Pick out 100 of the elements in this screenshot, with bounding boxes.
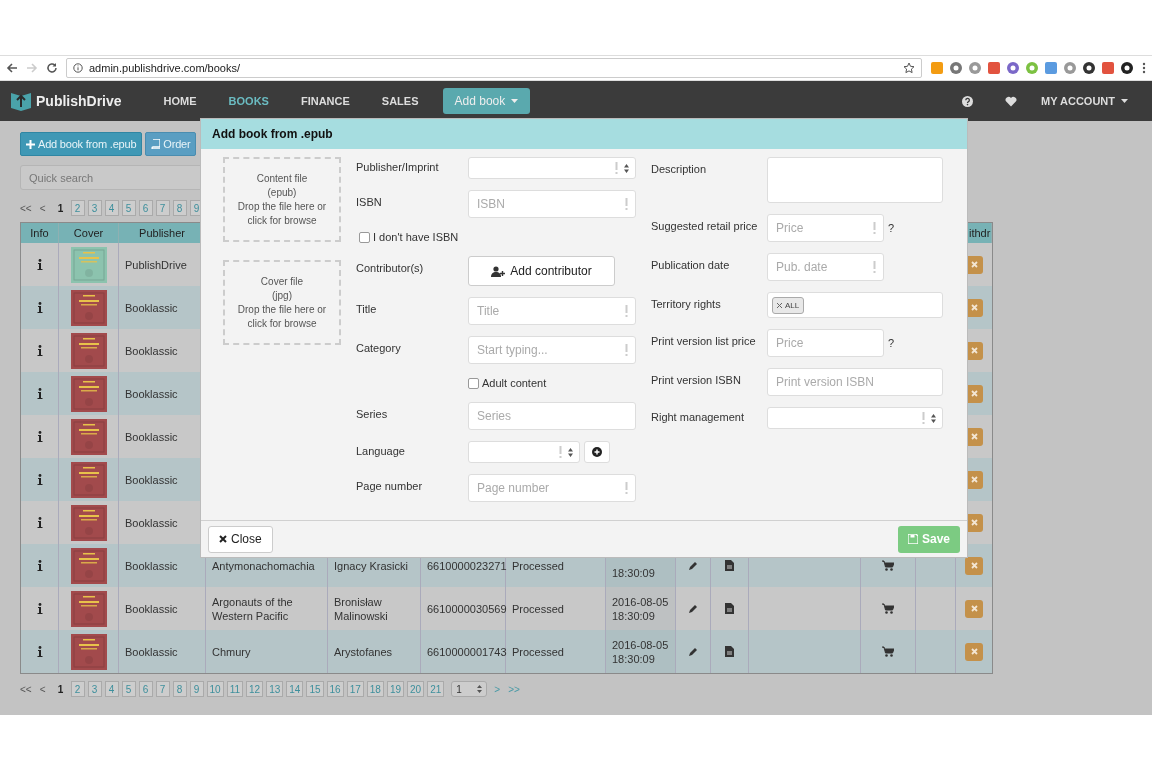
description-field[interactable] bbox=[767, 157, 943, 203]
tag-label: ALL bbox=[785, 300, 800, 310]
close-button[interactable]: Close bbox=[208, 525, 273, 553]
page-link[interactable]: 4 bbox=[104, 681, 119, 697]
first-page-link[interactable]: << bbox=[20, 202, 32, 214]
add-book-button[interactable]: Add book bbox=[442, 88, 531, 114]
info-icon[interactable] bbox=[36, 388, 43, 399]
input-field[interactable]: Title bbox=[468, 297, 636, 325]
star-icon[interactable] bbox=[903, 62, 915, 74]
date-text: 18:30:09 bbox=[612, 566, 655, 580]
page-link[interactable]: 8 bbox=[172, 681, 187, 697]
back-icon[interactable] bbox=[6, 62, 18, 74]
title-text[interactable]: Chmury bbox=[212, 644, 251, 659]
info-icon[interactable] bbox=[36, 259, 43, 270]
page-link[interactable]: 8 bbox=[172, 200, 187, 216]
nav-link[interactable]: SALES bbox=[381, 95, 419, 107]
add-epub-button[interactable]: Add book from .epub bbox=[20, 132, 143, 156]
page-link[interactable]: 5 bbox=[121, 200, 136, 216]
page-select[interactable]: 1 bbox=[451, 681, 488, 697]
page-link[interactable]: 15 bbox=[306, 681, 324, 697]
extension-icon[interactable] bbox=[1082, 61, 1096, 75]
cart-icon[interactable] bbox=[882, 646, 894, 657]
remove-icon[interactable] bbox=[777, 302, 782, 308]
order-button[interactable]: Order bbox=[145, 132, 197, 156]
input-field[interactable]: ISBN bbox=[468, 190, 636, 218]
page-link[interactable]: 20 bbox=[407, 681, 425, 697]
pencil-icon[interactable] bbox=[688, 560, 698, 571]
page-link[interactable]: 19 bbox=[386, 681, 405, 697]
page-link[interactable]: 17 bbox=[346, 681, 364, 697]
account-menu[interactable]: MY ACCOUNT bbox=[1041, 95, 1128, 107]
cart-icon[interactable] bbox=[882, 560, 894, 571]
save-button[interactable]: Save bbox=[897, 525, 960, 553]
page-link[interactable]: 12 bbox=[246, 681, 264, 697]
input-field[interactable]: Start typing... bbox=[468, 336, 636, 364]
file-icon[interactable] bbox=[725, 603, 734, 614]
page-link[interactable]: 7 bbox=[155, 681, 170, 697]
input-field[interactable]: Page number bbox=[468, 474, 636, 502]
page-link[interactable]: 1 bbox=[53, 681, 68, 697]
page-link[interactable]: 6 bbox=[138, 200, 153, 216]
page-link[interactable]: 3 bbox=[87, 200, 102, 216]
page-link[interactable]: 18 bbox=[366, 681, 384, 697]
page-link[interactable]: 16 bbox=[326, 681, 344, 697]
help-icon[interactable] bbox=[962, 95, 974, 107]
file-icon[interactable] bbox=[725, 646, 734, 657]
info-icon[interactable] bbox=[36, 560, 43, 571]
page-link[interactable]: 2 bbox=[70, 681, 85, 697]
nav-link[interactable]: BOOKS bbox=[228, 95, 269, 107]
tags-field[interactable]: ALL bbox=[767, 292, 943, 318]
nav-link[interactable]: HOME bbox=[163, 95, 197, 107]
page-link[interactable]: 6 bbox=[138, 681, 153, 697]
page-link[interactable]: 4 bbox=[104, 200, 119, 216]
input-field[interactable]: Price bbox=[767, 214, 884, 242]
last-page-link[interactable]: >> bbox=[508, 683, 520, 695]
info-icon[interactable] bbox=[36, 646, 43, 657]
nav-link[interactable]: FINANCE bbox=[300, 95, 350, 107]
info-icon[interactable] bbox=[36, 431, 43, 442]
page-link[interactable]: 9 bbox=[189, 681, 204, 697]
page-link[interactable]: 13 bbox=[266, 681, 284, 697]
cart-icon[interactable] bbox=[882, 603, 894, 614]
extension-icon[interactable] bbox=[1120, 61, 1134, 75]
address-bar[interactable]: admin.publishdrive.com/books/ bbox=[66, 58, 922, 78]
info-icon[interactable] bbox=[36, 474, 43, 485]
page-link[interactable]: 10 bbox=[206, 681, 224, 697]
input-field[interactable]: Print version ISBN bbox=[767, 368, 943, 396]
file-icon[interactable] bbox=[725, 560, 734, 571]
input-field[interactable]: Series bbox=[468, 402, 636, 430]
title-text[interactable]: Antymonachomachia bbox=[212, 558, 315, 573]
info-icon[interactable] bbox=[36, 345, 43, 356]
page-link[interactable]: 7 bbox=[155, 200, 170, 216]
page-link[interactable]: 1 bbox=[53, 200, 68, 216]
file-dropzone[interactable]: Content file (epub) Drop the file here or click for browse bbox=[223, 157, 341, 242]
info-icon[interactable] bbox=[36, 302, 43, 313]
input-field[interactable]: Price bbox=[767, 329, 884, 357]
pencil-icon[interactable] bbox=[688, 646, 698, 657]
info-icon[interactable] bbox=[36, 517, 43, 528]
page-link[interactable]: 5 bbox=[121, 681, 136, 697]
next-page-link[interactable]: > bbox=[494, 683, 501, 695]
page-link[interactable]: 11 bbox=[226, 681, 244, 697]
add-language-button[interactable] bbox=[584, 441, 610, 463]
heart-icon[interactable] bbox=[1005, 95, 1018, 107]
pencil-icon[interactable] bbox=[688, 603, 698, 614]
add-contributor-button[interactable]: Add contributor bbox=[468, 256, 615, 286]
first-page-link[interactable]: << bbox=[20, 683, 32, 695]
title-text[interactable]: Argonauts of the Western Pacific bbox=[212, 594, 321, 623]
checkbox[interactable] bbox=[359, 231, 370, 243]
select-field[interactable] bbox=[767, 407, 943, 429]
menu-icon[interactable] bbox=[1142, 62, 1146, 74]
page-link[interactable]: 21 bbox=[427, 681, 445, 697]
previous-page-link[interactable]: < bbox=[39, 683, 46, 695]
reload-icon[interactable] bbox=[46, 62, 58, 74]
previous-page-link[interactable]: < bbox=[39, 202, 46, 214]
checkbox[interactable] bbox=[468, 377, 479, 389]
select-field[interactable] bbox=[468, 441, 580, 463]
input-field[interactable]: Pub. date bbox=[767, 253, 884, 281]
page-link[interactable]: 14 bbox=[286, 681, 304, 697]
select-field[interactable] bbox=[468, 157, 636, 179]
info-icon[interactable] bbox=[36, 603, 43, 614]
page-link[interactable]: 3 bbox=[87, 681, 102, 697]
file-dropzone[interactable]: Cover file (jpg) Drop the file here or click for browse bbox=[223, 260, 341, 345]
page-link[interactable]: 2 bbox=[70, 200, 85, 216]
